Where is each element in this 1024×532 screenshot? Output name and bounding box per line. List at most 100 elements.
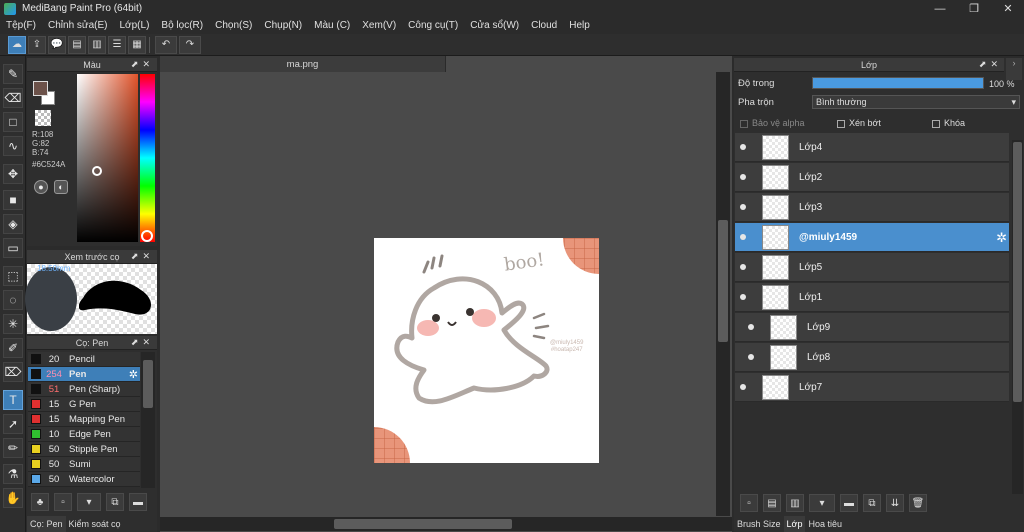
close-button[interactable]: ✕ [992, 0, 1024, 17]
add-layer-menu-icon[interactable]: ▾ [809, 494, 835, 512]
brush-item[interactable]: 50 Sumi [28, 457, 140, 472]
page-icon[interactable]: ▥ [88, 35, 106, 54]
brush-item[interactable]: 50 Stipple Pen [28, 442, 140, 457]
undo-icon[interactable]: ↶ [155, 35, 177, 54]
upload-icon[interactable]: ⇪ [28, 35, 46, 54]
maximize-button[interactable]: ❐ [958, 0, 990, 17]
brush-item[interactable]: 15 G Pen [28, 397, 140, 412]
menu-view[interactable]: Xem(V) [356, 20, 402, 31]
protect-alpha-option[interactable]: Bảo vệ alpha [740, 118, 805, 128]
menu-filter[interactable]: Bộ lọc(R) [155, 20, 209, 31]
menu-select[interactable]: Chọn(S) [209, 20, 258, 31]
palette-icon[interactable]: ● [34, 180, 48, 194]
new-1bit-layer-icon[interactable]: ▥ [786, 494, 804, 512]
new-layer-icon[interactable]: ▫ [740, 494, 758, 512]
tab-navigator[interactable]: Hoa tiêu [805, 519, 845, 529]
layer-row[interactable]: Lớp8 [735, 343, 1009, 372]
menu-window[interactable]: Cửa sổ(W) [464, 20, 525, 31]
gear-icon[interactable]: ✲ [996, 230, 1007, 246]
merge-layer-icon[interactable]: ⇊ [886, 494, 904, 512]
panel-controls-icon[interactable]: ⬈✕ [131, 59, 154, 70]
rect-select-icon[interactable]: ⬚ [3, 266, 23, 286]
document-tab[interactable]: ma.png [160, 56, 446, 72]
lasso-select-icon[interactable]: ◌ [3, 290, 23, 310]
panel-controls-icon[interactable]: ⬈✕ [131, 251, 154, 262]
canvas-horizontal-scrollbar[interactable] [160, 517, 732, 531]
canvas-vscroll-thumb[interactable] [718, 220, 728, 342]
lock-checkbox[interactable] [932, 119, 940, 128]
hue-slider-handle[interactable] [141, 230, 153, 242]
redo-icon[interactable]: ↷ [179, 35, 201, 54]
visibility-icon[interactable] [748, 354, 754, 360]
menu-layer[interactable]: Lớp(L) [114, 20, 156, 31]
visibility-icon[interactable] [740, 384, 746, 390]
layer-row[interactable]: Lớp9 [735, 313, 1009, 342]
layer-row[interactable]: Lớp4 [735, 133, 1009, 162]
canvas-hscroll-thumb[interactable] [334, 519, 512, 529]
copy-brush-icon[interactable]: ⧉ [106, 493, 124, 511]
gradient-tool-icon[interactable]: ▭ [3, 238, 23, 258]
brush-tool-icon[interactable]: ✎ [3, 64, 23, 84]
hue-slider[interactable] [140, 74, 155, 242]
brush-item[interactable]: 50 Watercolor [28, 472, 140, 487]
tab-brush[interactable]: Cọ: Pen [27, 516, 66, 532]
artwork-document[interactable]: boo! @miuly1459 #hoatap247 [374, 238, 599, 463]
new-brush-icon[interactable]: ▫ [54, 493, 72, 511]
tab-brush-size[interactable]: Brush Size [734, 519, 784, 529]
saturation-value-picker[interactable] [77, 74, 138, 242]
brush-menu-icon[interactable]: ▾ [77, 493, 101, 511]
fill-shape-tool-icon[interactable]: ■ [3, 190, 23, 210]
layer-row[interactable]: Lớp3 [735, 193, 1009, 222]
layer-row[interactable]: @miuly1459 ✲ [735, 223, 1009, 252]
new-halftone-layer-icon[interactable]: ▤ [763, 494, 781, 512]
brush-item[interactable]: 254 Pen ✲ [28, 367, 140, 382]
layer-list-scrollbar[interactable] [1012, 140, 1023, 494]
delete-layer-icon[interactable]: 🗑 [909, 494, 927, 512]
clipping-option[interactable]: Xén bớt [837, 118, 881, 128]
menu-file[interactable]: Tệp(F) [0, 20, 42, 31]
add-brush-icon[interactable]: ♣ [31, 493, 49, 511]
opacity-slider[interactable] [812, 77, 984, 89]
menu-snap[interactable]: Chụp(N) [258, 20, 308, 31]
rect-tool-icon[interactable]: □ [3, 112, 23, 132]
minimize-button[interactable]: — [924, 0, 956, 17]
cloud-icon[interactable]: ☁ [8, 35, 26, 54]
brush-item[interactable]: 20 Pencil [28, 352, 140, 367]
page-list-icon[interactable]: ☰ [108, 35, 126, 54]
brush-item[interactable]: 15 Mapping Pen [28, 412, 140, 427]
layer-row[interactable]: Lớp2 [735, 163, 1009, 192]
blur-tool-icon[interactable]: ✏ [3, 438, 23, 458]
menu-help[interactable]: Help [563, 20, 596, 31]
color-settings-icon[interactable]: ◐ [54, 180, 68, 194]
bucket-tool-icon[interactable]: ◈ [3, 214, 23, 234]
text-tool-icon[interactable]: T [3, 390, 23, 410]
menu-color[interactable]: Màu (C) [308, 20, 356, 31]
grid-icon[interactable]: ▦ [128, 35, 146, 54]
lock-option[interactable]: Khóa [932, 118, 965, 128]
layer-folder-icon[interactable]: ▬ [840, 494, 858, 512]
tab-layer[interactable]: Lớp [783, 516, 806, 532]
panel-controls-icon[interactable]: ⬈✕ [131, 337, 154, 348]
visibility-icon[interactable] [740, 144, 746, 150]
menu-tools[interactable]: Công cụ(T) [402, 20, 464, 31]
visibility-icon[interactable] [740, 204, 746, 210]
brush-scrollbar-thumb[interactable] [143, 360, 153, 408]
chat-icon[interactable]: 💬 [48, 35, 66, 54]
transparent-color-swatch[interactable] [35, 110, 51, 126]
blend-mode-select[interactable]: Bình thường ▾ [812, 95, 1020, 109]
folder-icon[interactable]: ▬ [129, 493, 147, 511]
layer-row[interactable]: Lớp7 [735, 373, 1009, 402]
visibility-icon[interactable] [740, 174, 746, 180]
panel-controls-icon[interactable]: ⬈✕ [979, 59, 1002, 70]
gear-icon[interactable]: ✲ [129, 368, 138, 381]
color-picker-cursor[interactable] [92, 166, 102, 176]
hand-tool-icon[interactable]: ✋ [3, 488, 23, 508]
menu-edit[interactable]: Chỉnh sửa(E) [42, 20, 114, 31]
clipping-checkbox[interactable] [837, 119, 845, 128]
move-tool-icon[interactable]: ✥ [3, 164, 23, 184]
operation-tool-icon[interactable]: ➚ [3, 414, 23, 434]
visibility-icon[interactable] [740, 264, 746, 270]
eyedropper-icon[interactable]: ⚗ [3, 464, 23, 484]
tab-brush-control[interactable]: Kiểm soát cọ [66, 516, 124, 532]
magic-wand-icon[interactable]: ✳ [3, 314, 23, 334]
